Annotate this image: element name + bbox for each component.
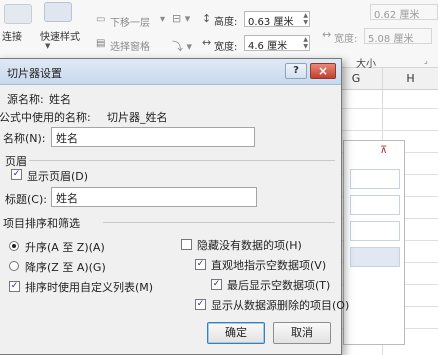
- chevron-down-icon[interactable]: ▼: [45, 42, 50, 50]
- slicer-item[interactable]: [350, 247, 400, 267]
- source-name-value: 姓名: [49, 93, 71, 106]
- height-label: 高度:: [214, 17, 238, 28]
- connect-label[interactable]: 连接: [2, 28, 22, 43]
- hide-no-data-checkbox[interactable]: [181, 239, 192, 250]
- visually-indicate-checkbox[interactable]: ✓: [195, 259, 206, 270]
- selection-pane-button[interactable]: 选择窗格: [110, 38, 150, 53]
- right-width-icon: ↔: [322, 28, 332, 41]
- gridline: [340, 108, 438, 109]
- check-icon: ✓: [196, 259, 205, 269]
- align-icon[interactable]: ⊟ ▾: [172, 12, 190, 25]
- formula-name-label: 公式中使用的名称:: [0, 111, 91, 124]
- radio-dot-icon: [12, 244, 16, 248]
- cancel-button[interactable]: 取消: [273, 322, 331, 344]
- show-last-label[interactable]: 最后显示空数据项(T): [227, 277, 330, 293]
- sort-section-title: 项目排序和筛选: [3, 217, 80, 230]
- slicer-item[interactable]: [350, 169, 400, 189]
- height-input[interactable]: 0.63 厘米 ▲ ▼: [244, 11, 310, 28]
- custom-lists-label[interactable]: 排序时使用自定义列表(M): [25, 279, 153, 295]
- show-last-checkbox[interactable]: ✓: [211, 279, 222, 290]
- hide-no-data-label[interactable]: 隐藏没有数据的项(H): [197, 237, 302, 253]
- check-icon: ✓: [12, 169, 21, 179]
- width-icon: ↔: [202, 36, 212, 49]
- help-button[interactable]: ?: [285, 63, 307, 79]
- slicer-item[interactable]: [350, 195, 400, 215]
- connect-icon[interactable]: [4, 4, 32, 24]
- width-value: 4.6 厘米: [248, 41, 288, 52]
- dialog-title: 切片器设置: [7, 67, 62, 80]
- caption-input[interactable]: 姓名: [51, 187, 257, 207]
- caption-label: 标题(C):: [5, 193, 47, 206]
- clear-filter-icon[interactable]: ⊼: [380, 145, 387, 156]
- height-value: 0.63 厘米: [248, 17, 294, 28]
- descending-label[interactable]: 降序(Z 至 A)(G): [25, 259, 106, 275]
- visually-indicate-label[interactable]: 直观地指示空数据项(V): [211, 257, 326, 273]
- show-deleted-label[interactable]: 显示从数据源删除的项目(O): [211, 297, 349, 313]
- right-height-input[interactable]: 0.62 厘米: [370, 4, 438, 21]
- custom-lists-checkbox[interactable]: ✓: [9, 281, 20, 292]
- ok-button[interactable]: 确定: [207, 322, 265, 344]
- slicer-item[interactable]: [350, 221, 400, 241]
- divider: [29, 160, 335, 161]
- ascending-radio[interactable]: [9, 241, 19, 251]
- rotate-icon[interactable]: ⤵ ▾: [172, 38, 192, 54]
- right-width-input[interactable]: 5.08 厘米: [364, 28, 432, 45]
- close-button[interactable]: ×: [310, 63, 336, 79]
- height-icon: ↕: [202, 12, 212, 25]
- display-header-label[interactable]: 显示页眉(D): [27, 168, 88, 184]
- slicer-settings-dialog: 切片器设置 ? × 源名称: 姓名 公式中使用的名称: 切片器_姓名 名称(N)…: [0, 58, 349, 355]
- spinner-arrows-icon[interactable]: ▲ ▼: [303, 12, 308, 26]
- right-width-value: 5.08 厘米: [368, 34, 414, 45]
- send-backward-icon: ▭: [96, 14, 106, 25]
- dialog-launcher-icon[interactable]: ⌟: [424, 56, 428, 65]
- header-section-title: 页眉: [5, 155, 27, 168]
- width-label: 宽度:: [214, 42, 238, 53]
- quick-styles-icon[interactable]: [44, 2, 72, 22]
- selection-pane-icon: ▤: [96, 38, 106, 49]
- chevron-down-icon[interactable]: ▾: [160, 14, 165, 25]
- width-input[interactable]: 4.6 厘米 ▲ ▼: [244, 35, 310, 52]
- display-header-checkbox[interactable]: ✓: [11, 169, 22, 180]
- slicer-panel[interactable]: ⊼: [343, 140, 405, 345]
- check-icon: ✓: [10, 281, 19, 291]
- check-icon: ✓: [196, 299, 205, 309]
- divider: [103, 222, 335, 223]
- gridline: [340, 130, 438, 131]
- right-height-value: 0.62 厘米: [374, 10, 420, 21]
- ascending-label[interactable]: 升序(A 至 Z)(A): [25, 239, 105, 255]
- dialog-titlebar[interactable]: 切片器设置 ? ×: [0, 59, 341, 85]
- send-backward-button[interactable]: 下移一层: [110, 14, 150, 29]
- descending-radio[interactable]: [9, 261, 19, 271]
- quick-styles-button[interactable]: 快速样式: [40, 28, 80, 43]
- show-deleted-checkbox[interactable]: ✓: [195, 299, 206, 310]
- spinner-arrows-icon[interactable]: ▲ ▼: [303, 36, 308, 50]
- formula-name-value: 切片器_姓名: [107, 111, 168, 124]
- source-name-label: 源名称:: [7, 93, 44, 106]
- name-input[interactable]: 姓名: [51, 127, 255, 147]
- name-label: 名称(N):: [3, 132, 46, 145]
- column-header-h[interactable]: H: [383, 68, 438, 90]
- right-width-label: 宽度:: [334, 34, 358, 45]
- check-icon: ✓: [212, 279, 221, 289]
